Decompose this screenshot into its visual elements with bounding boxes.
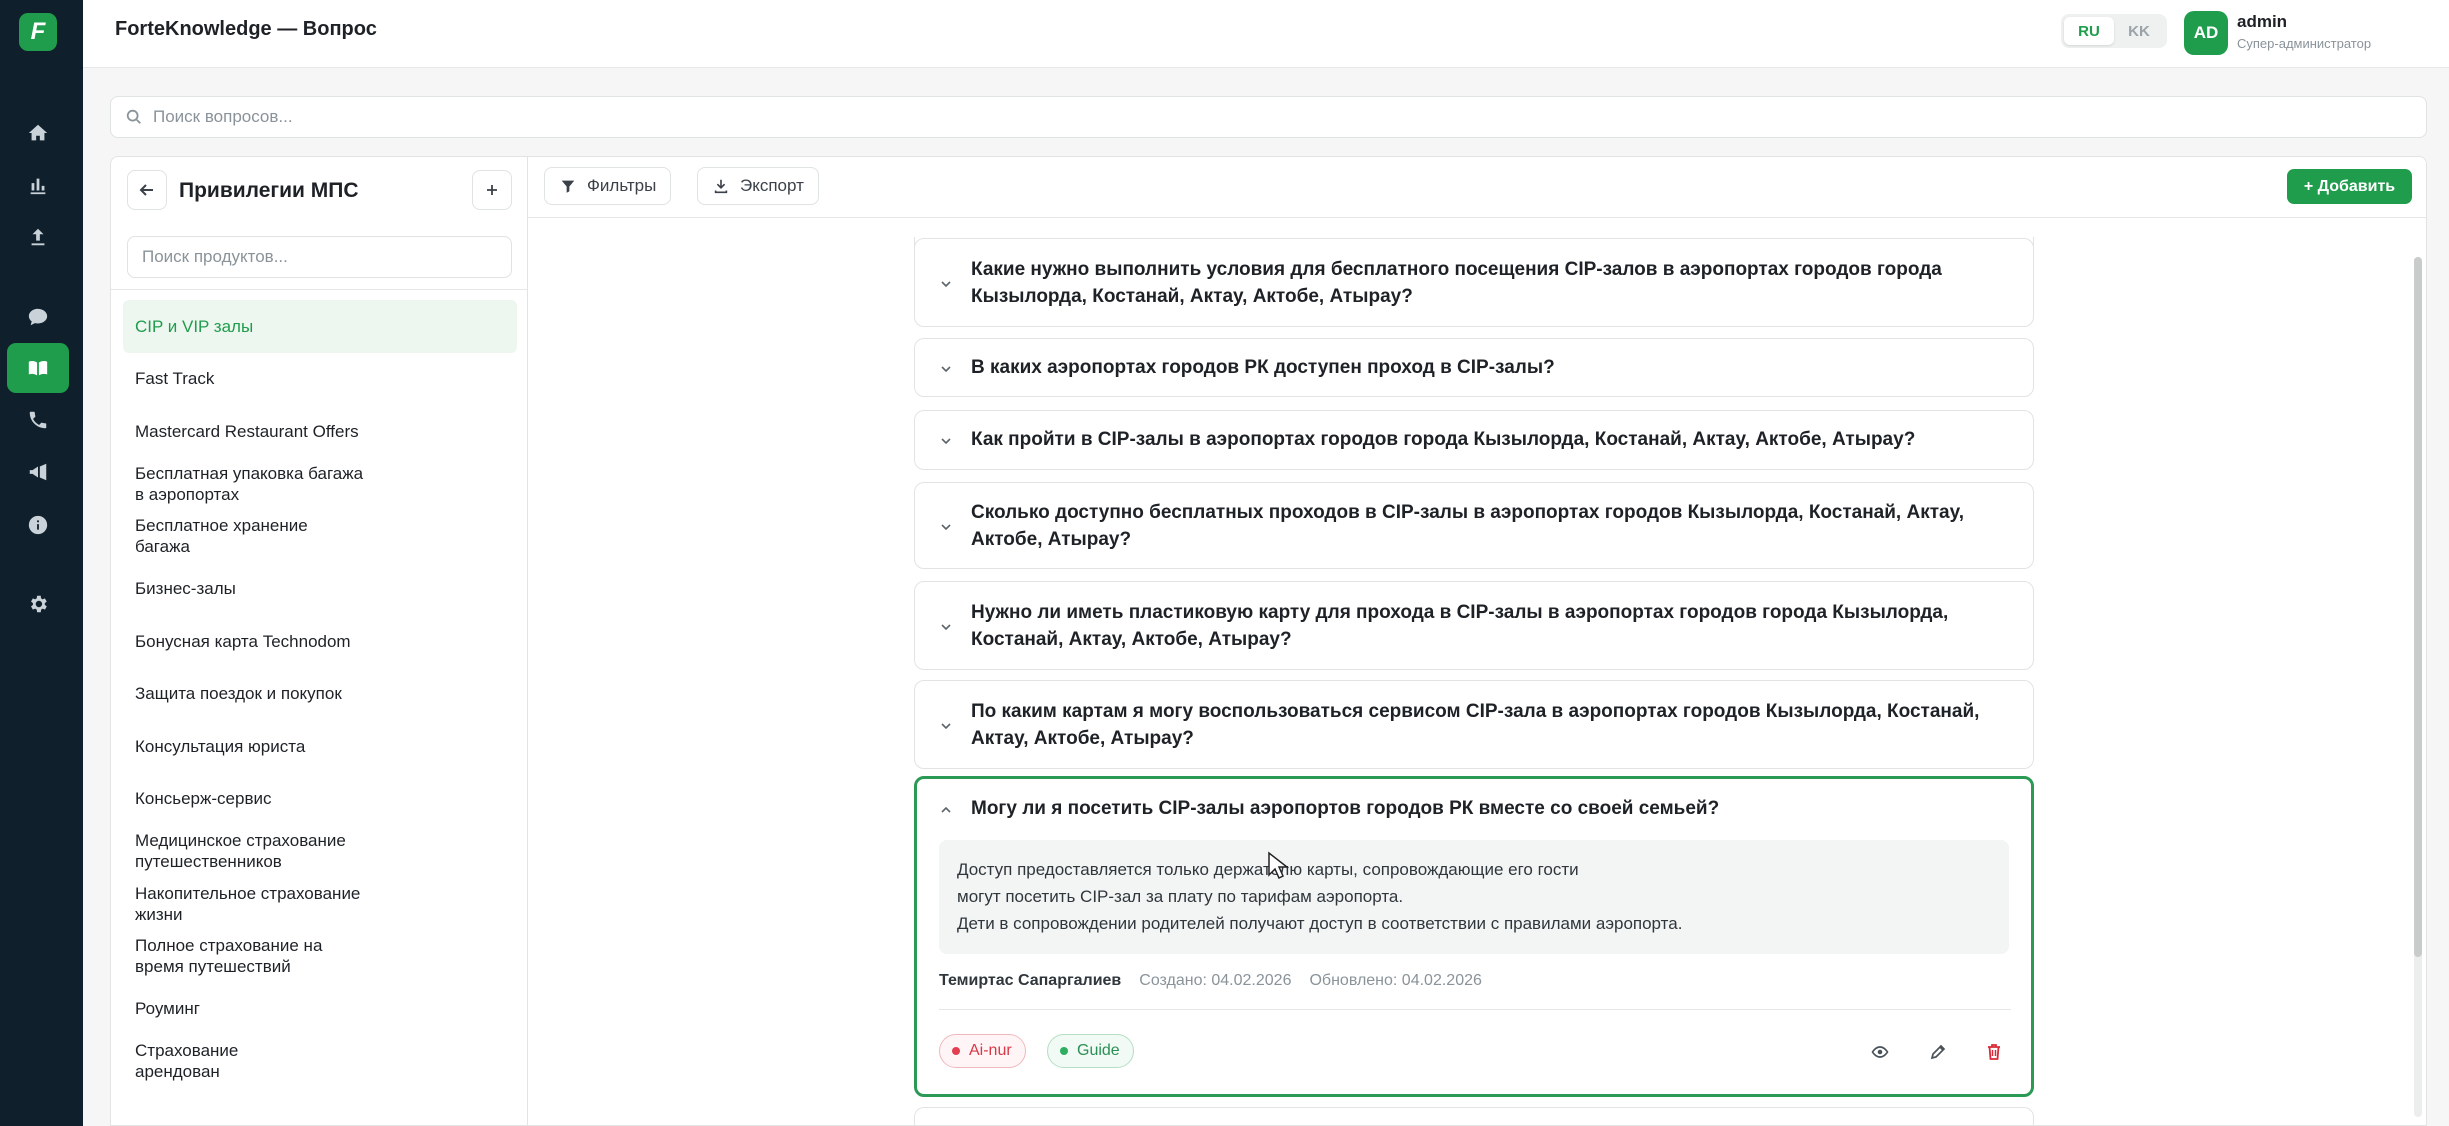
- sidebar-item-fast-track[interactable]: Fast Track: [123, 353, 517, 406]
- faq-item[interactable]: Сколько доступно бесплатных проходов в C…: [914, 482, 2034, 569]
- arrow-left-icon: [139, 184, 153, 196]
- left-rail: F: [0, 0, 83, 1126]
- sidebar-item-concierge[interactable]: Консьерж-сервис: [123, 773, 517, 826]
- settings-icon[interactable]: [7, 579, 69, 629]
- divider: [111, 289, 527, 290]
- book-icon[interactable]: [7, 343, 69, 393]
- add-question-button[interactable]: + Добавить: [2287, 169, 2412, 204]
- question-search[interactable]: [110, 96, 2427, 138]
- chevron-down-icon: [941, 524, 951, 531]
- upload-icon[interactable]: [7, 212, 69, 262]
- filter-icon: [561, 180, 575, 193]
- language-switcher: RU KK: [2061, 14, 2167, 48]
- filters-button[interactable]: Фильтры: [544, 167, 672, 205]
- faq-question: В каких аэропортах городов РК доступен п…: [971, 357, 1555, 378]
- sidebar-item-baggage-storage[interactable]: Бесплатное хранение багажа: [123, 510, 517, 563]
- tag-ai-nur[interactable]: Ai-nur: [939, 1034, 1026, 1068]
- sidebar-item-business-lounges[interactable]: Бизнес-залы: [123, 563, 517, 616]
- sidebar-item-trip-protection[interactable]: Защита поездок и покупок: [123, 668, 517, 721]
- product-list: CIP и VIP залы Fast Track Mastercard Res…: [123, 300, 517, 1088]
- chat-icon[interactable]: [7, 292, 69, 342]
- faq-meta: Темиртас Сапаргалиев Создано: 04.02.2026…: [939, 972, 1482, 990]
- author-name: Темиртас Сапаргалиев: [939, 972, 1122, 989]
- sidebar-item-roaming[interactable]: Роуминг: [123, 983, 517, 1036]
- user-name[interactable]: admin: [2237, 12, 2287, 32]
- chevron-up-icon[interactable]: [939, 803, 953, 817]
- user-role: Супер-администратор: [2237, 36, 2372, 51]
- questions-panel: Фильтры Экспорт + Добавить Какие нужно в…: [528, 156, 2427, 1126]
- info-icon[interactable]: [7, 500, 69, 550]
- chevron-down-icon: [941, 366, 951, 373]
- product-search-input[interactable]: [127, 236, 512, 278]
- faq-item[interactable]: В каких аэропортах городов РК доступен п…: [914, 338, 2034, 397]
- updated-date: Обновлено: 04.02.2026: [1309, 972, 1482, 989]
- sidebar-item-technodom[interactable]: Бонусная карта Technodom: [123, 615, 517, 668]
- toolbar: Фильтры Экспорт + Добавить: [528, 157, 2426, 218]
- plus-icon: [487, 185, 497, 195]
- divider: [939, 1009, 2011, 1010]
- scrollbar-thumb[interactable]: [2414, 257, 2422, 957]
- add-product-button[interactable]: [472, 170, 512, 210]
- sidebar-item-lawyer[interactable]: Консультация юриста: [123, 720, 517, 773]
- megaphone-icon[interactable]: [7, 447, 69, 497]
- faq-question: Могу ли я посетить CIP-залы аэропортов г…: [971, 798, 1720, 819]
- edit-button[interactable]: [1923, 1037, 1953, 1067]
- home-icon[interactable]: [7, 108, 69, 158]
- trash-icon: [1988, 1044, 2000, 1060]
- top-header: ForteKnowledge — Вопрос RU KK AD admin С…: [83, 0, 2449, 68]
- export-button[interactable]: Экспорт: [697, 167, 819, 205]
- sidebar-item-restaurant-offers[interactable]: Mastercard Restaurant Offers: [123, 405, 517, 458]
- delete-button[interactable]: [1979, 1037, 2009, 1067]
- mouse-cursor-icon: [1268, 851, 1289, 880]
- faq-answer: Доступ предоставляется только держателю …: [939, 840, 2009, 954]
- chevron-down-icon: [941, 723, 951, 730]
- view-button[interactable]: [1865, 1037, 1895, 1067]
- chevron-down-icon: [941, 281, 951, 288]
- sidebar-item-full-travel-insurance[interactable]: Полное страхование на время путешествий: [123, 930, 517, 983]
- search-input[interactable]: [153, 107, 2426, 127]
- faq-item[interactable]: Нужно ли иметь пластиковую карту для про…: [914, 581, 2034, 670]
- page-title: ForteKnowledge — Вопрос: [115, 18, 377, 40]
- sidebar-item-cip-vip[interactable]: CIP и VIP залы: [123, 300, 517, 353]
- faq-item[interactable]: По каким картам я могу воспользоваться с…: [914, 680, 2034, 769]
- sidebar-item-travel-medical[interactable]: Медицинское страхование путешественников: [123, 825, 517, 878]
- eye-icon: [1871, 1046, 1889, 1058]
- chart-icon[interactable]: [7, 160, 69, 210]
- phone-icon[interactable]: [7, 395, 69, 445]
- sidebar-item-rental-insurance[interactable]: Страхование арендован­: [123, 1035, 517, 1088]
- back-button[interactable]: [127, 170, 167, 210]
- sidebar-title: Привилегии МПС: [179, 179, 359, 202]
- created-date: Создано: 04.02.2026: [1139, 972, 1292, 989]
- search-icon: [126, 109, 141, 124]
- faq-item-expanded[interactable]: Могу ли я посетить CIP-залы аэропортов г…: [914, 776, 2034, 1097]
- sidebar-item-baggage-wrap[interactable]: Бесплатная упаковка ба­гажа в аэропортах: [123, 458, 517, 511]
- avatar[interactable]: AD: [2184, 11, 2228, 55]
- faq-question: Как пройти в CIP-залы в аэропортах город…: [971, 429, 1916, 450]
- lang-ru-button[interactable]: RU: [2064, 17, 2114, 45]
- tag-guide[interactable]: Guide: [1047, 1034, 1134, 1068]
- faq-item[interactable]: Как пройти в CIP-залы в аэропортах город…: [914, 410, 2034, 470]
- lang-kk-button[interactable]: KK: [2114, 17, 2164, 45]
- faq-question: Какие нужно выполнить условия для беспла…: [971, 259, 1942, 307]
- product-sidebar: Привилегии МПС CIP и VIP залы Fast Track…: [110, 156, 528, 1126]
- chevron-down-icon: [941, 624, 951, 631]
- faq-item-partial[interactable]: [914, 1107, 2034, 1125]
- app-logo[interactable]: F: [19, 13, 57, 51]
- faq-question: По каким картам я могу воспользоваться с…: [971, 701, 1980, 749]
- pencil-icon: [1930, 1044, 1946, 1060]
- download-icon: [714, 179, 728, 194]
- chevron-down-icon: [941, 438, 951, 445]
- faq-question: Нужно ли иметь пластиковую карту для про…: [971, 602, 1949, 650]
- faq-question: Сколько доступно бесплатных проходов в C…: [971, 502, 1965, 550]
- faq-item[interactable]: Какие нужно выполнить условия для беспла…: [914, 238, 2034, 327]
- sidebar-item-life-insurance[interactable]: Накопительное страхова­ние жизни: [123, 878, 517, 931]
